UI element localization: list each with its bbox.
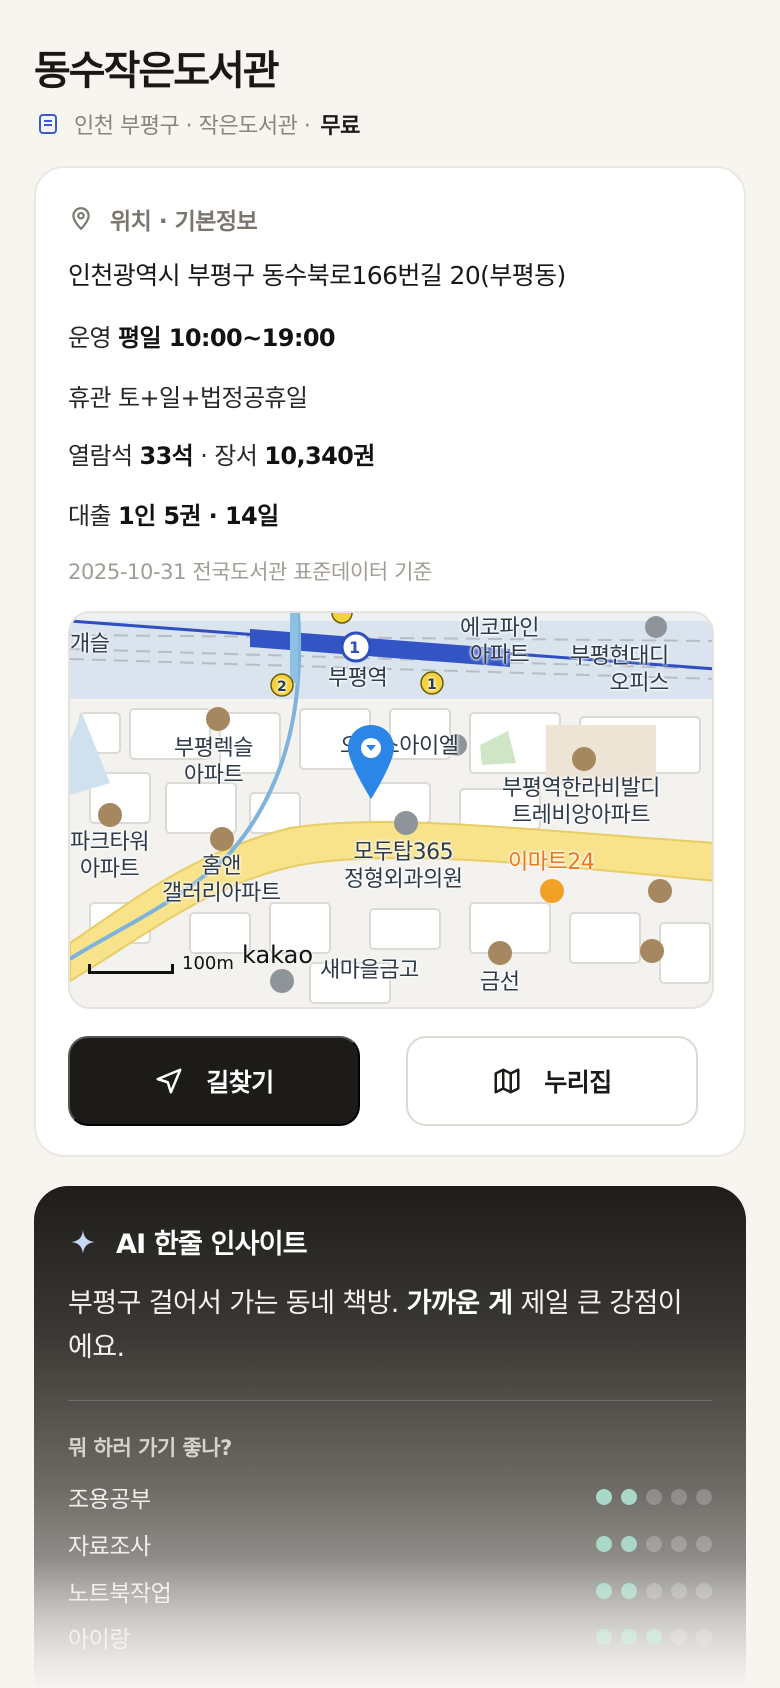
closed-label: 휴관 <box>68 384 112 412</box>
line-badge-2: 2 <box>277 679 287 695</box>
rating-dot-empty <box>671 1629 687 1645</box>
hours-label: 운영 <box>68 324 112 352</box>
line-badge-1: 1 <box>349 638 360 657</box>
website-label: 누리집 <box>544 1069 612 1097</box>
purpose-row: 자료조사 <box>68 1527 712 1561</box>
station-label: 부평역 <box>328 665 388 692</box>
map-label-ecopine: 에코파인 아파트 <box>460 616 539 668</box>
rating-dot-empty <box>696 1583 712 1599</box>
rating-dot-filled <box>596 1583 612 1599</box>
map-label-park: 파크타워 아파트 <box>70 830 149 882</box>
section-header: 위치 · 기본정보 <box>68 202 258 236</box>
books-value: 10,340권 <box>264 442 375 470</box>
map-label-hanra: 부평역한라비발디 트레비앙아파트 <box>502 776 660 828</box>
loan-policy: 대출 1인 5권 · 14일 <box>68 496 279 531</box>
map-label-homeane: 홈앤 갤러리아파트 <box>162 854 281 906</box>
address: 인천광역시 부평구 동수북로166번길 20(부평동) <box>68 261 566 290</box>
rating-dot-empty <box>646 1583 662 1599</box>
location-marker-icon[interactable] <box>346 723 396 801</box>
rating-dot-filled <box>621 1536 637 1552</box>
purpose-question: 뭐 하러 가기 좋나? <box>68 1436 232 1460</box>
rating-dot-filled <box>646 1629 662 1645</box>
seats-value: 33석 <box>139 442 194 470</box>
line-badge-3: 1 <box>427 677 437 693</box>
loan-value: 1인 5권 · 14일 <box>118 502 279 530</box>
sparkle-icon <box>70 1229 96 1255</box>
rating-dot-empty <box>646 1489 662 1505</box>
purpose-row: 조용공부 <box>68 1480 712 1514</box>
purpose-row: 아이랑 <box>68 1620 712 1654</box>
station-name: 부평역 <box>328 666 388 691</box>
purpose-row: 노트북작업 <box>68 1574 712 1608</box>
data-source-note: 2025-10-31 전국도서관 표준데이터 기준 <box>68 560 432 584</box>
rating-dot-filled <box>596 1536 612 1552</box>
rating-dot-empty <box>671 1536 687 1552</box>
loan-label: 대출 <box>68 502 112 530</box>
insight-text-part: 부평구 걸어서 가는 동네 책방. <box>68 1288 407 1319</box>
seats-label: 열람석 <box>68 442 133 470</box>
map-label-emart: 이마트24 <box>508 850 595 875</box>
map-label-saemaul: 새마을금고 <box>320 958 419 983</box>
map-label-lexle: 부평렉슬 아파트 <box>174 736 253 788</box>
ai-insight-card: AI 한줄 인사이트 부평구 걸어서 가는 동네 책방. 가까운 게 제일 큰 … <box>34 1186 746 1688</box>
rating-dot-empty <box>671 1583 687 1599</box>
purpose-rating <box>596 1583 712 1599</box>
fee-badge: 무료 <box>320 114 360 139</box>
map-provider-logo: kakao <box>242 941 314 969</box>
map-icon <box>492 1066 522 1096</box>
document-icon <box>36 112 60 136</box>
rating-dot-empty <box>696 1536 712 1552</box>
rating-dot-empty <box>671 1489 687 1505</box>
scale-label: 100m <box>182 953 234 974</box>
scale-bar <box>88 964 174 974</box>
purpose-label: 아이랑 <box>68 1627 130 1653</box>
ai-insight-title: AI 한줄 인사이트 <box>116 1229 308 1260</box>
opening-hours: 운영 평일 10:00~19:00 <box>68 318 336 353</box>
rating-dot-empty <box>696 1629 712 1645</box>
divider <box>68 1400 712 1401</box>
purpose-label: 노트북작업 <box>68 1581 172 1607</box>
rating-dot-empty <box>646 1536 662 1552</box>
closed-days: 휴관 토+일+법정공휴일 <box>68 378 308 413</box>
directions-button[interactable]: 길찾기 <box>68 1036 360 1126</box>
rating-dot-filled <box>621 1629 637 1645</box>
map-label-gaesul: 개슬 <box>70 632 110 657</box>
hours-value: 평일 10:00~19:00 <box>118 324 336 352</box>
purpose-label: 자료조사 <box>68 1534 151 1560</box>
rating-dot-filled <box>621 1489 637 1505</box>
purpose-label: 조용공부 <box>68 1487 151 1513</box>
location-map[interactable]: 부평역 에코파인 아파트 부평현대디 오피스 부평렉슬 아파트 오피스아이엘 부… <box>68 611 714 1009</box>
location-info-card: 위치 · 기본정보 인천광역시 부평구 동수북로166번길 20(부평동) 운영… <box>34 166 746 1157</box>
purpose-rating <box>596 1536 712 1552</box>
rating-dot-filled <box>596 1629 612 1645</box>
ai-insight-text: 부평구 걸어서 가는 동네 책방. 가까운 게 제일 큰 강점이에요. <box>68 1282 688 1370</box>
purpose-rating <box>596 1629 712 1645</box>
website-button[interactable]: 누리집 <box>406 1036 698 1126</box>
location-pin-icon <box>68 206 94 232</box>
rating-dot-empty <box>696 1489 712 1505</box>
closed-value: 토+일+법정공휴일 <box>118 384 308 412</box>
map-label-officetel: 부평현대디 오피스 <box>570 644 669 696</box>
seats-and-books: 열람석 33석 · 장서 10,340권 <box>68 436 375 471</box>
library-meta-text: 인천 부평구 · 작은도서관 · <box>74 114 311 139</box>
books-label: · 장서 <box>200 442 258 470</box>
directions-label: 길찾기 <box>206 1069 274 1097</box>
navigation-arrow-icon <box>154 1066 184 1096</box>
map-label-geumseol: 금선 <box>480 970 520 995</box>
map-label-clinic: 모두탑365 정형외과의원 <box>344 840 463 892</box>
map-scale: 100m <box>88 953 234 974</box>
insight-highlight: 가까운 게 <box>406 1288 513 1319</box>
rating-dot-filled <box>596 1489 612 1505</box>
library-meta: 인천 부평구 · 작은도서관 · 무료 <box>36 108 360 140</box>
section-title: 위치 · 기본정보 <box>110 209 258 235</box>
page-title: 동수작은도서관 <box>34 48 280 94</box>
purpose-rating <box>596 1489 712 1505</box>
rating-dot-filled <box>621 1583 637 1599</box>
ai-insight-header: AI 한줄 인사이트 <box>70 1222 308 1261</box>
